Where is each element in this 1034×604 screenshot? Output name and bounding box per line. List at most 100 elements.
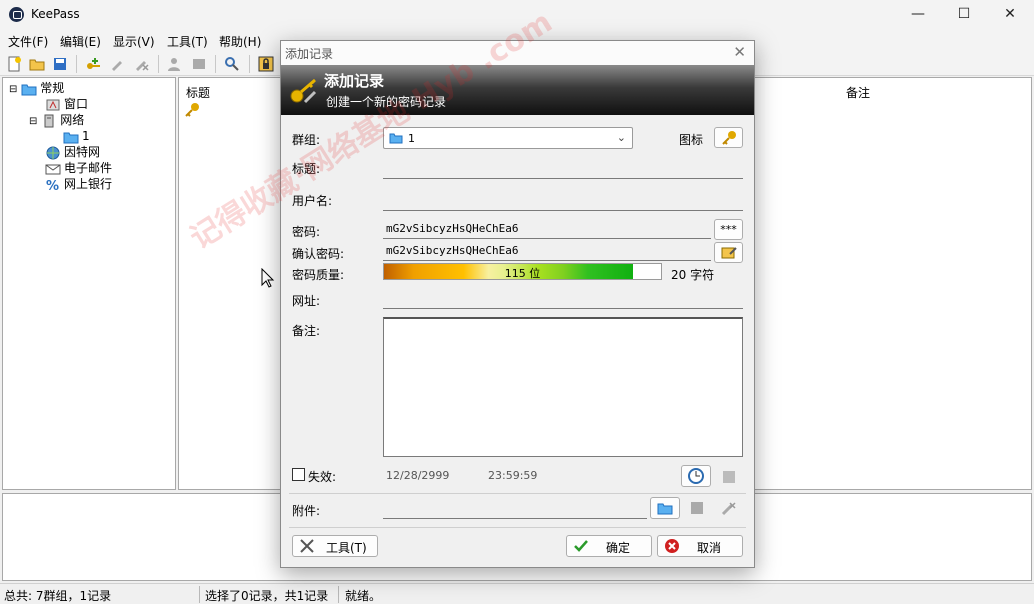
tools-button[interactable]: 工具(T) (292, 535, 378, 557)
status-ready: 就绪。 (345, 589, 382, 603)
svg-text:%: % (46, 179, 59, 192)
open-folder-icon[interactable] (29, 56, 45, 72)
dialog-separator (289, 527, 746, 528)
cancel-icon (665, 539, 679, 553)
menu-help[interactable]: 帮助(H) (219, 33, 261, 50)
url-input[interactable] (383, 289, 743, 309)
expires-label: 失效: (308, 470, 337, 484)
keepass-logo-icon (9, 7, 24, 22)
quality-bits: 115 位 (504, 267, 541, 280)
expiry-presets-button[interactable] (681, 465, 711, 487)
toolbar-separator (249, 55, 250, 73)
status-bar: 总共: 7群组，1记录 选择了0记录，共1记录 就绪。 (0, 583, 1034, 604)
expires-checkbox[interactable] (292, 468, 305, 481)
group-select-value: 1 (408, 132, 415, 145)
copy-username-icon[interactable] (166, 56, 182, 72)
globe-icon (46, 146, 60, 159)
tree-item-online-banking[interactable]: % 网上银行 (45, 176, 112, 192)
tree-label: 窗口 (64, 97, 89, 111)
tools-button-label: 工具(T) (326, 541, 367, 555)
column-header-notes[interactable]: 备注 (846, 84, 870, 101)
dialog-title: 添加记录 (285, 47, 334, 61)
show-password-button[interactable]: *** (714, 219, 743, 240)
expires-time[interactable]: 23:59:59 (488, 469, 537, 482)
calendar-icon[interactable] (721, 469, 737, 485)
toolbar-separator (76, 55, 77, 73)
char-count: 20 字符 (671, 268, 715, 282)
attach-file-button[interactable] (650, 497, 680, 519)
cancel-button[interactable]: 取消 (657, 535, 743, 557)
status-divider (199, 586, 200, 603)
confirm-password-input[interactable]: mG2vSibcyzHsQHeChEa6 (383, 241, 711, 261)
menu-file[interactable]: 文件(F) (8, 33, 48, 50)
banner-subtitle: 创建一个新的密码记录 (326, 95, 447, 109)
menu-edit[interactable]: 编辑(E) (60, 33, 101, 50)
title-label: 标题: (292, 162, 321, 176)
dialog-separator (289, 493, 746, 494)
confirm-password-label: 确认密码: (292, 247, 345, 261)
remove-attachment-icon[interactable] (721, 500, 737, 516)
group-label: 群组: (292, 133, 321, 147)
banner-title: 添加记录 (324, 72, 385, 90)
username-input[interactable] (383, 191, 743, 211)
icon-picker-button[interactable] (714, 127, 743, 148)
notes-label: 备注: (292, 324, 321, 338)
keys-banner-icon (290, 78, 317, 104)
expires-date[interactable]: 12/28/2999 (386, 469, 449, 482)
status-total: 总共: 7群组，1记录 (4, 589, 112, 603)
menu-tools[interactable]: 工具(T) (167, 33, 208, 50)
attachments-field[interactable] (383, 499, 647, 519)
email-icon (45, 164, 61, 174)
title-input[interactable] (383, 159, 743, 179)
toolbar-separator (215, 55, 216, 73)
lock-workspace-icon[interactable] (258, 56, 274, 72)
icon-label: 图标 (679, 133, 704, 147)
tree-label: 网络 (60, 113, 85, 127)
add-entry-icon[interactable] (85, 56, 101, 72)
folder-icon (21, 84, 37, 95)
save-attachment-icon[interactable] (689, 500, 705, 516)
tree-item-internet[interactable]: 因特网 (45, 144, 100, 160)
tree-item-1[interactable]: 1 (63, 128, 90, 144)
tree-item-email[interactable]: 电子邮件 (45, 160, 112, 176)
tree-label: 网上银行 (64, 177, 113, 191)
dialog-title-bar: 添加记录 ✕ (281, 41, 754, 65)
find-icon[interactable] (224, 56, 240, 72)
password-generator-button[interactable] (714, 242, 743, 263)
new-database-icon[interactable] (6, 56, 22, 72)
group-select[interactable]: 1 ⌄ (383, 127, 633, 149)
group-tree[interactable]: ⊟ 常规 窗口 ⊟ 网络 1 因特网 电子邮件 % 网上银行 (2, 77, 176, 490)
tree-label: 1 (82, 129, 90, 143)
password-quality-bar: 115 位 (383, 263, 662, 280)
dialog-close-button[interactable]: ✕ (733, 43, 746, 61)
folder-icon (63, 132, 79, 143)
clock-icon (688, 468, 704, 484)
delete-entry-icon[interactable] (133, 56, 149, 72)
menu-view[interactable]: 显示(V) (113, 33, 155, 50)
tree-item-window[interactable]: 窗口 (45, 96, 88, 112)
tree-root-general[interactable]: ⊟ 常规 (9, 80, 64, 96)
mouse-cursor-icon (261, 268, 275, 288)
copy-password-icon[interactable] (191, 56, 207, 72)
status-selected: 选择了0记录，共1记录 (205, 589, 329, 603)
edit-entry-icon[interactable] (109, 56, 125, 72)
checkmark-icon (574, 540, 588, 552)
column-header-title[interactable]: 标题 (186, 84, 210, 101)
close-button[interactable]: ✕ (987, 0, 1033, 29)
tools-icon (300, 539, 314, 553)
quality-label: 密码质量: (292, 268, 345, 282)
notes-textarea[interactable] (383, 317, 743, 457)
password-generator-icon (721, 247, 737, 259)
status-divider (338, 586, 339, 603)
maximize-button[interactable]: ☐ (941, 0, 987, 29)
ok-button-label: 确定 (606, 541, 631, 555)
password-input[interactable]: mG2vSibcyzHsQHeChEa6 (383, 219, 711, 239)
minimize-button[interactable]: — (895, 0, 941, 29)
save-icon[interactable] (52, 56, 68, 72)
window-title: KeePass (31, 7, 80, 21)
percent-icon: % (46, 179, 59, 192)
tree-item-network[interactable]: ⊟ 网络 (29, 112, 84, 128)
ok-button[interactable]: 确定 (566, 535, 652, 557)
attachments-label: 附件: (292, 504, 321, 518)
chevron-down-icon: ⌄ (616, 131, 626, 144)
